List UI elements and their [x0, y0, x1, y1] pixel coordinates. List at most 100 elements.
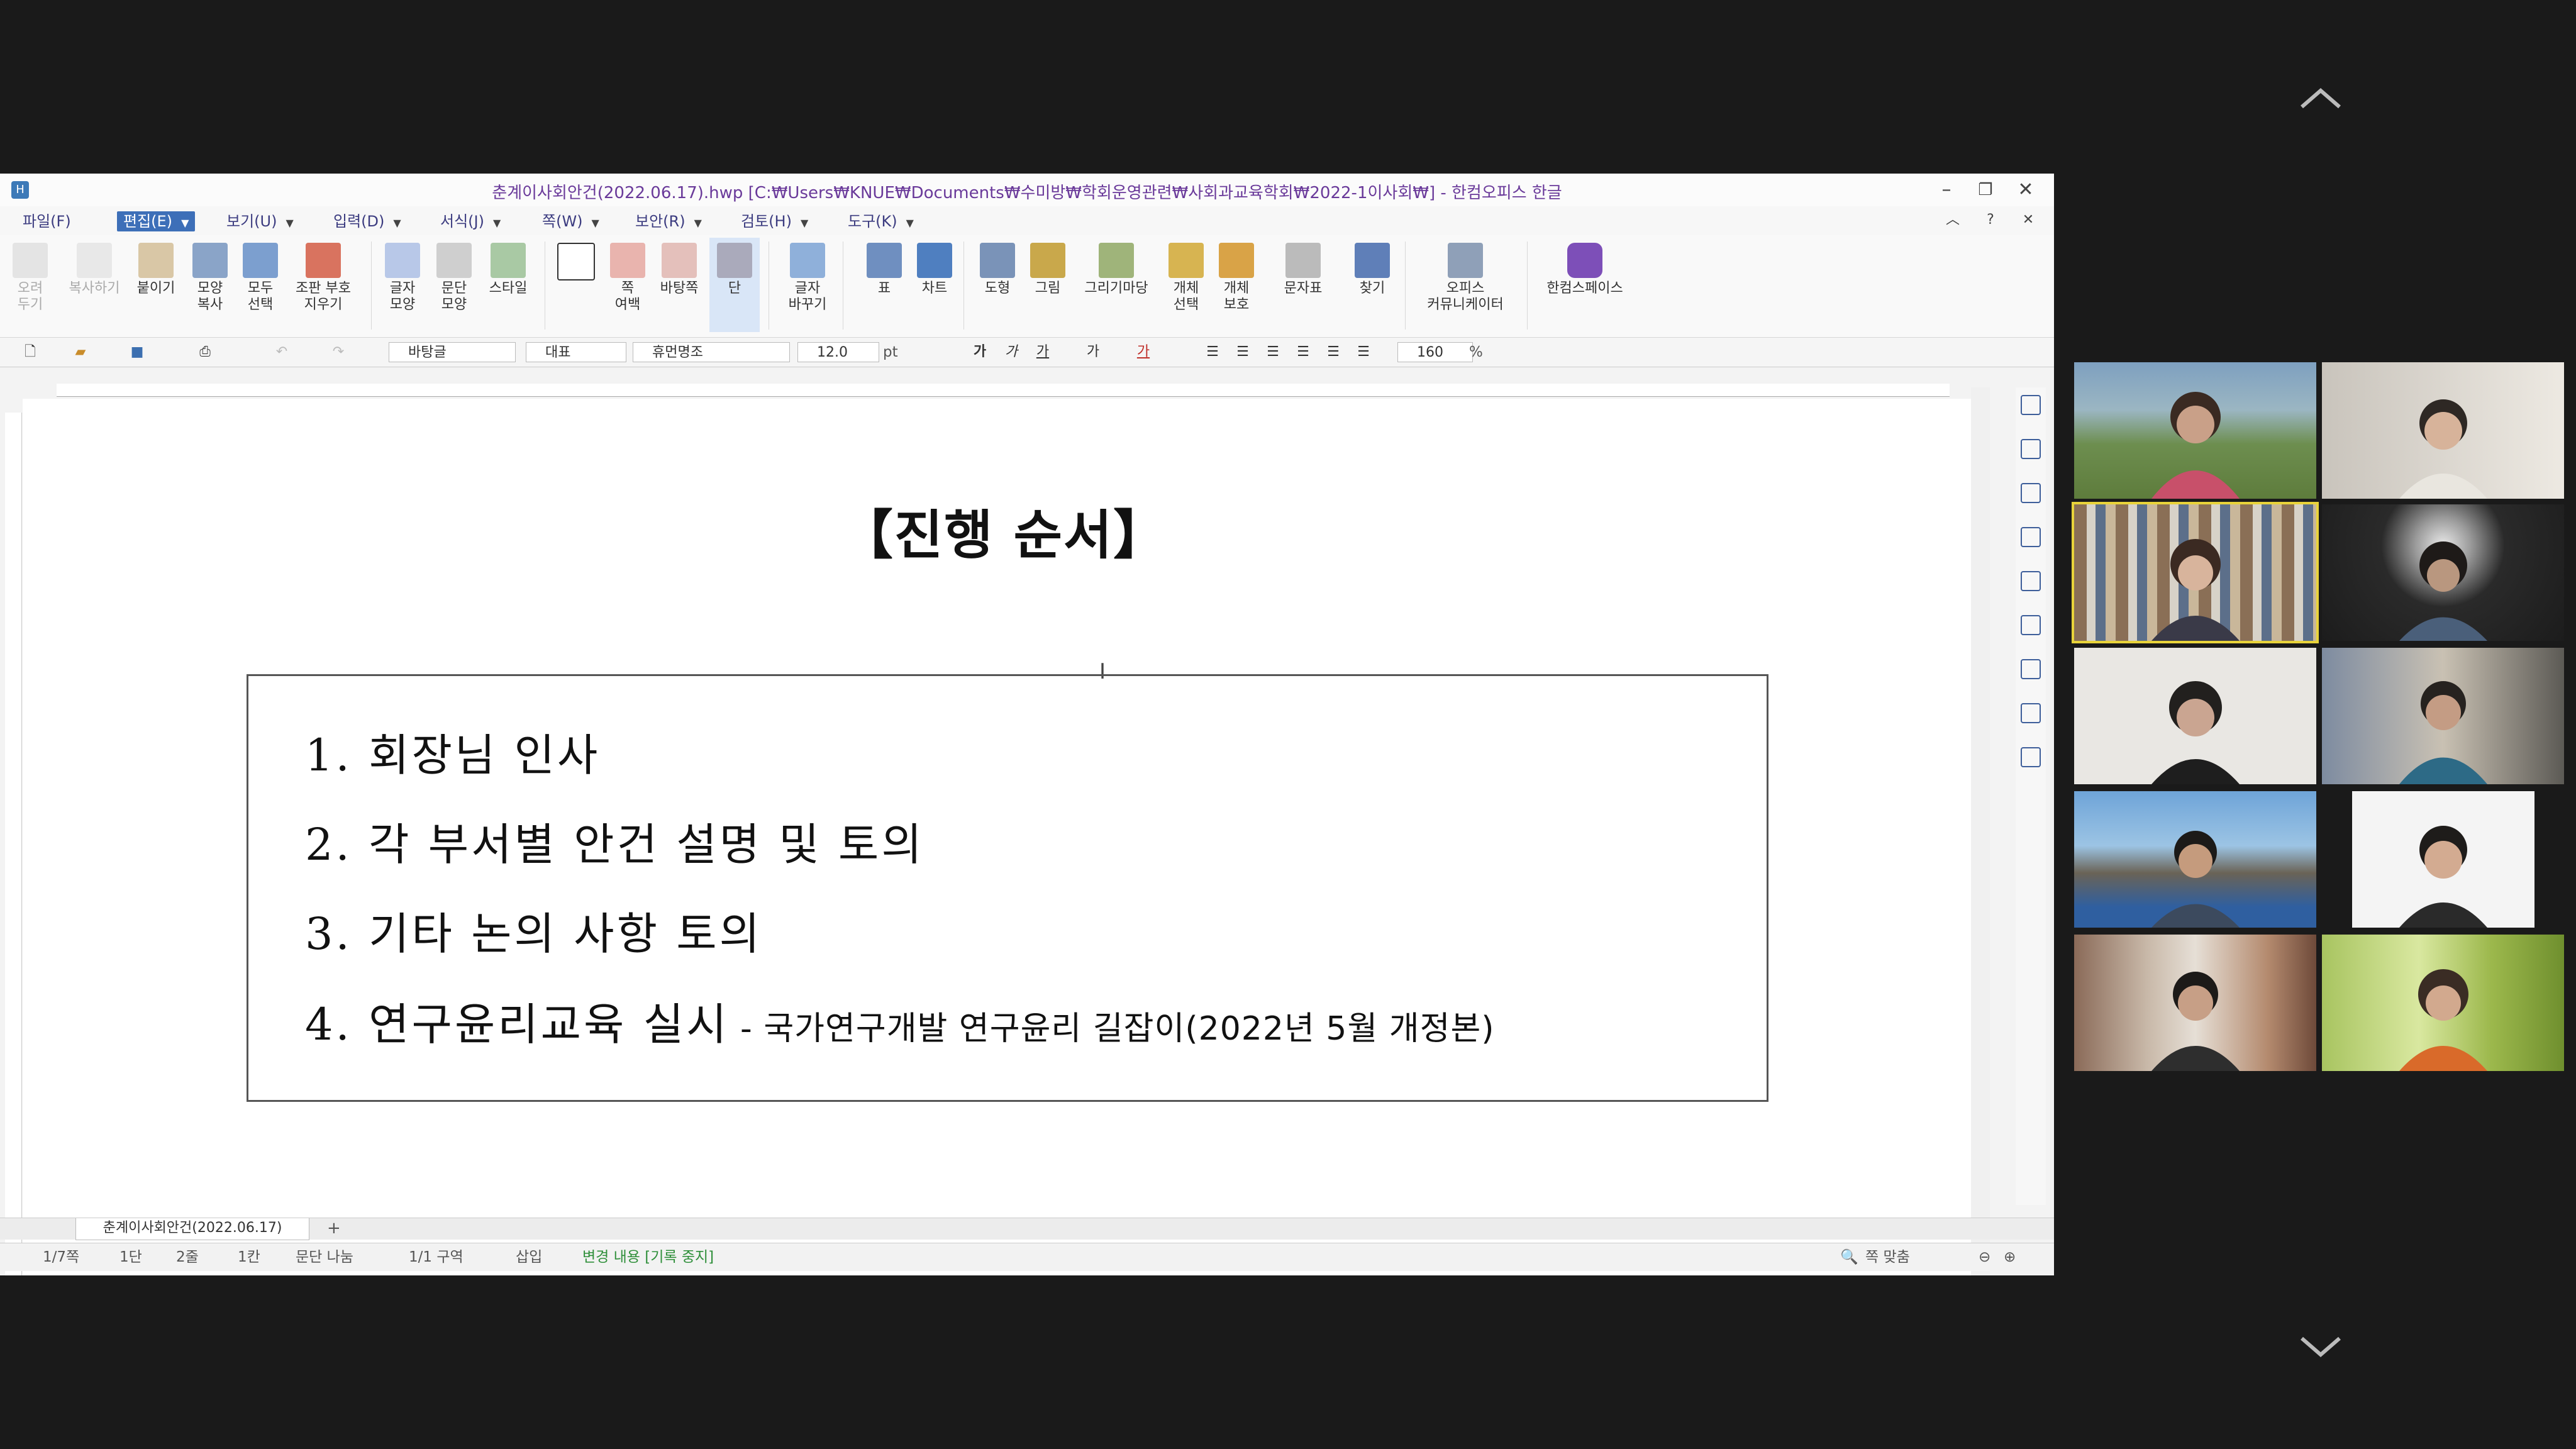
cut-button[interactable]: 오려 두기	[5, 238, 55, 332]
vertical-ruler[interactable]	[5, 413, 22, 1275]
zoom-search-icon[interactable]: 🔍	[1840, 1248, 1858, 1266]
vertical-scrollbar[interactable]	[1971, 387, 1990, 1275]
background-page-button[interactable]: 바탕쪽	[654, 238, 704, 332]
collapse-ribbon-icon[interactable]: ︿	[1937, 208, 1968, 233]
close-doc-icon[interactable]: ✕	[2012, 208, 2044, 233]
zoom-out-icon[interactable]: ⊖	[1979, 1248, 1990, 1266]
menu-tools[interactable]: 도구(K) ▼	[848, 211, 914, 231]
menu-file[interactable]: 파일(F)	[23, 211, 71, 231]
participant-video[interactable]	[2322, 504, 2564, 641]
menu-format[interactable]: 서식(J) ▼	[440, 211, 501, 231]
drawing-button[interactable]: 그리기마당	[1075, 238, 1157, 332]
scroll-up-icon[interactable]	[2296, 82, 2346, 113]
underline-button[interactable]: 가	[1031, 343, 1054, 362]
participant-video[interactable]	[2074, 648, 2316, 784]
para-shape-button[interactable]: 문단 모양	[429, 238, 479, 332]
horizontal-ruler[interactable]	[57, 384, 1950, 397]
zoom-in-icon[interactable]: ⊕	[2004, 1248, 2016, 1266]
text-style-icon[interactable]	[2021, 659, 2041, 679]
participant-video-active[interactable]	[2074, 504, 2316, 641]
document-icon[interactable]	[2021, 527, 2041, 547]
document-tab-bar: 춘계이사회안건(2022.06.17) +	[0, 1218, 2054, 1240]
paste-button[interactable]: 붙이기	[131, 238, 181, 332]
clipboard-icon[interactable]	[2021, 571, 2041, 591]
select-all-button[interactable]: 모두 선택	[235, 238, 286, 332]
participant-video[interactable]	[2074, 791, 2316, 928]
menu-page[interactable]: 쪽(W) ▼	[542, 211, 599, 231]
redo-icon[interactable]: ↷	[327, 343, 350, 362]
participant-video[interactable]	[2074, 935, 2316, 1071]
person-silhouette	[2151, 681, 2240, 784]
align-center-icon[interactable]: ☰	[1262, 343, 1284, 362]
open-folder-icon[interactable]: ▰	[69, 343, 92, 362]
font-color-button[interactable]: 가	[1132, 343, 1155, 362]
picture-button[interactable]: 그림	[1023, 238, 1073, 332]
add-tab-button[interactable]: +	[327, 1219, 341, 1237]
office-communicator-button[interactable]: 오피스 커뮤니케이터	[1415, 238, 1516, 332]
lightning-icon[interactable]	[2021, 483, 2041, 503]
divide-icon[interactable]: ☰	[1352, 343, 1375, 362]
divider	[1405, 242, 1406, 330]
page-margin-button[interactable]: 쪽 여백	[602, 238, 653, 332]
style-button[interactable]: 스타일	[483, 238, 533, 332]
shape-copy-button[interactable]: 모양 복사	[185, 238, 235, 332]
chart-button[interactable]: 차트	[909, 238, 960, 332]
menu-security[interactable]: 보안(R) ▼	[635, 211, 702, 231]
menu-edit[interactable]: 편집(E) ▼	[117, 211, 196, 231]
char-shape-button[interactable]: 글자 모양	[377, 238, 428, 332]
help-icon[interactable]: ?	[1975, 208, 2006, 233]
char-replace-button[interactable]: 글자 바꾸기	[782, 238, 833, 332]
participant-video[interactable]	[2322, 935, 2564, 1071]
play-icon[interactable]	[2021, 615, 2041, 635]
print-icon[interactable]: ⎙	[194, 343, 216, 362]
distribute-icon[interactable]: ☰	[1322, 343, 1345, 362]
person-icon[interactable]	[2021, 747, 2041, 767]
undo-icon[interactable]: ↶	[270, 343, 293, 362]
bookmark-icon[interactable]	[2021, 703, 2041, 723]
participant-video[interactable]	[2074, 362, 2316, 499]
align-left-icon[interactable]: ☰	[1231, 343, 1254, 362]
language-select[interactable]: 대표	[526, 342, 626, 362]
participant-video[interactable]	[2352, 791, 2534, 928]
new-doc-icon[interactable]: 🗋	[19, 343, 42, 362]
table-button[interactable]: 표	[859, 238, 909, 332]
strikethrough-button[interactable]: 가	[1082, 343, 1104, 362]
participant-video[interactable]	[2322, 362, 2564, 499]
char-shape-icon	[385, 243, 420, 278]
status-insert-mode[interactable]: 삽입	[516, 1248, 542, 1266]
column-button[interactable]: 단	[709, 238, 760, 332]
tab-document[interactable]: 춘계이사회안건(2022.06.17)	[75, 1218, 309, 1240]
align-right-icon[interactable]: ☰	[1292, 343, 1314, 362]
zoom-input[interactable]: 160	[1397, 342, 1473, 362]
save-icon[interactable]: ■	[126, 343, 148, 362]
font-select[interactable]: 휴먼명조	[633, 342, 790, 362]
menu-view[interactable]: 보기(U) ▼	[226, 211, 294, 231]
style-select[interactable]: 바탕글	[389, 342, 516, 362]
restore-button[interactable]: ❐	[1970, 177, 2001, 203]
copy-button[interactable]: 복사하기	[63, 238, 126, 332]
title-bar: H 춘계이사회안건(2022.06.17).hwp [C:₩Users₩KNUE…	[0, 174, 2054, 207]
bold-button[interactable]: 가	[969, 343, 991, 362]
menu-review[interactable]: 검토(H) ▼	[741, 211, 808, 231]
close-button[interactable]: ✕	[2010, 177, 2041, 203]
list-icon[interactable]	[2021, 439, 2041, 459]
hancom-space-button[interactable]: 한컴스페이스	[1535, 238, 1635, 332]
document-page[interactable]: 【진행 순서】 Ι 1. 회장님 인사 2. 각 부서별 안건 설명 및 토의 …	[23, 399, 1985, 1275]
menu-insert[interactable]: 입력(D) ▼	[333, 211, 401, 231]
shape-button[interactable]: 도형	[972, 238, 1023, 332]
panel-icon[interactable]	[2021, 395, 2041, 415]
object-protect-button[interactable]: 개체 보호	[1211, 238, 1262, 332]
zoom-fit-select[interactable]: 쪽 맞춤	[1865, 1248, 1910, 1266]
align-justify-icon[interactable]: ☰	[1201, 343, 1224, 362]
find-button[interactable]: 찾기	[1347, 238, 1397, 332]
font-size-input[interactable]: 12.0	[797, 342, 879, 362]
page-button[interactable]	[551, 238, 601, 332]
symbol-button[interactable]: 문자표	[1278, 238, 1328, 332]
scroll-down-icon[interactable]	[2296, 1331, 2346, 1362]
italic-button[interactable]: 가	[1000, 343, 1023, 362]
status-track-changes[interactable]: 변경 내용 [기록 중지]	[582, 1248, 714, 1266]
minimize-button[interactable]: –	[1931, 177, 1962, 203]
erase-marks-button[interactable]: 조판 부호 지우기	[286, 238, 361, 332]
object-select-button[interactable]: 개체 선택	[1161, 238, 1211, 332]
participant-video[interactable]	[2322, 648, 2564, 784]
